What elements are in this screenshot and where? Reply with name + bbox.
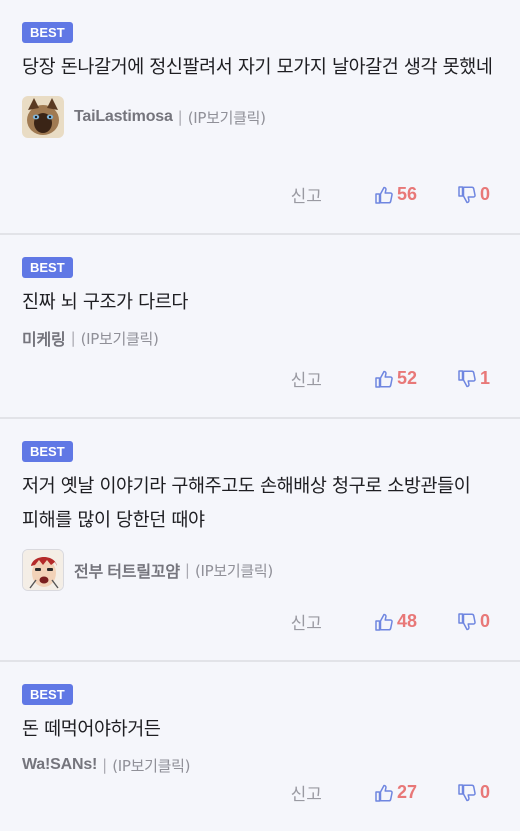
- like-count: 56: [396, 184, 417, 204]
- dislike-button[interactable]: 0: [457, 611, 490, 632]
- report-button[interactable]: 신고: [291, 366, 322, 391]
- like-button[interactable]: 27: [374, 782, 417, 803]
- dislike-count: 1: [479, 368, 490, 388]
- comment-text: 진짜 뇌 구조가 다르다: [22, 292, 189, 313]
- best-badge: BEST: [22, 22, 73, 43]
- author-nickname[interactable]: Wa!SANs!: [22, 756, 97, 774]
- thumbs-down-icon: [458, 369, 476, 387]
- comment-item: BEST 당장 돈나갈거에 정신팔려서 자기 모가지 날아갈건 생각 못했네 T…: [0, 0, 520, 235]
- thumbs-up-icon: [375, 784, 393, 802]
- ip-view-link[interactable]: (IP보기클릭): [112, 755, 190, 776]
- author-nickname[interactable]: 미케링: [22, 326, 66, 350]
- comment-author: 미케링 | (IP보기클릭): [22, 324, 500, 352]
- comment-author: 전부 터트릴꼬얌 | (IP보기클릭): [22, 548, 500, 592]
- ip-view-link[interactable]: (IP보기클릭): [81, 328, 159, 349]
- separator: |: [102, 756, 108, 774]
- thumbs-up-icon: [375, 370, 393, 388]
- comment-author: Wa!SANs! | (IP보기클릭): [22, 751, 500, 779]
- like-count: 27: [396, 782, 417, 802]
- comment-actions: 신고 52 1: [291, 366, 490, 391]
- like-button[interactable]: 56: [374, 184, 417, 205]
- comment-text: 돈 떼먹어야하거든: [22, 719, 161, 740]
- report-button[interactable]: 신고: [291, 609, 322, 634]
- comment-text: 저거 옛날 이야기라 구해주고도 손해배상 청구로 소방관들이 피해를 많이 당…: [22, 476, 471, 531]
- comment-actions: 신고 48 0: [291, 609, 490, 634]
- separator: |: [177, 108, 183, 126]
- ip-view-link[interactable]: (IP보기클릭): [188, 107, 266, 128]
- best-comment-list: BEST 당장 돈나갈거에 정신팔려서 자기 모가지 날아갈건 생각 못했네 T…: [0, 0, 520, 831]
- separator: |: [70, 329, 76, 347]
- comment-item: BEST 저거 옛날 이야기라 구해주고도 손해배상 청구로 소방관들이 피해를…: [0, 419, 520, 662]
- report-button[interactable]: 신고: [291, 780, 322, 805]
- comment-author: TaiLastimosa | (IP보기클릭): [22, 95, 500, 139]
- thumbs-down-icon: [458, 185, 476, 203]
- separator: |: [184, 561, 190, 579]
- thumbs-up-icon: [375, 613, 393, 631]
- avatar[interactable]: [22, 549, 64, 591]
- best-badge: BEST: [22, 684, 73, 705]
- like-count: 52: [396, 368, 417, 388]
- comment-actions: 신고 56 0: [291, 182, 490, 207]
- best-badge: BEST: [22, 257, 73, 278]
- dislike-button[interactable]: 1: [457, 368, 490, 389]
- dislike-button[interactable]: 0: [457, 184, 490, 205]
- best-badge: BEST: [22, 441, 73, 462]
- dislike-count: 0: [479, 184, 490, 204]
- ip-view-link[interactable]: (IP보기클릭): [195, 560, 273, 581]
- comment-text: 당장 돈나갈거에 정신팔려서 자기 모가지 날아갈건 생각 못했네: [22, 57, 493, 78]
- avatar[interactable]: [22, 96, 64, 138]
- author-nickname[interactable]: TaiLastimosa: [74, 108, 173, 126]
- like-button[interactable]: 52: [374, 368, 417, 389]
- thumbs-down-icon: [458, 612, 476, 630]
- thumbs-up-icon: [375, 186, 393, 204]
- dislike-count: 0: [479, 782, 490, 802]
- report-button[interactable]: 신고: [291, 182, 322, 207]
- dislike-count: 0: [479, 611, 490, 631]
- like-button[interactable]: 48: [374, 611, 417, 632]
- like-count: 48: [396, 611, 417, 631]
- comment-item: BEST 진짜 뇌 구조가 다르다 미케링 | (IP보기클릭) 신고 52 1: [0, 235, 520, 419]
- comment-actions: 신고 27 0: [291, 780, 490, 805]
- comment-item: BEST 돈 떼먹어야하거든 Wa!SANs! | (IP보기클릭) 신고 27…: [0, 662, 520, 831]
- author-nickname[interactable]: 전부 터트릴꼬얌: [74, 558, 180, 582]
- thumbs-down-icon: [458, 783, 476, 801]
- dislike-button[interactable]: 0: [457, 782, 490, 803]
